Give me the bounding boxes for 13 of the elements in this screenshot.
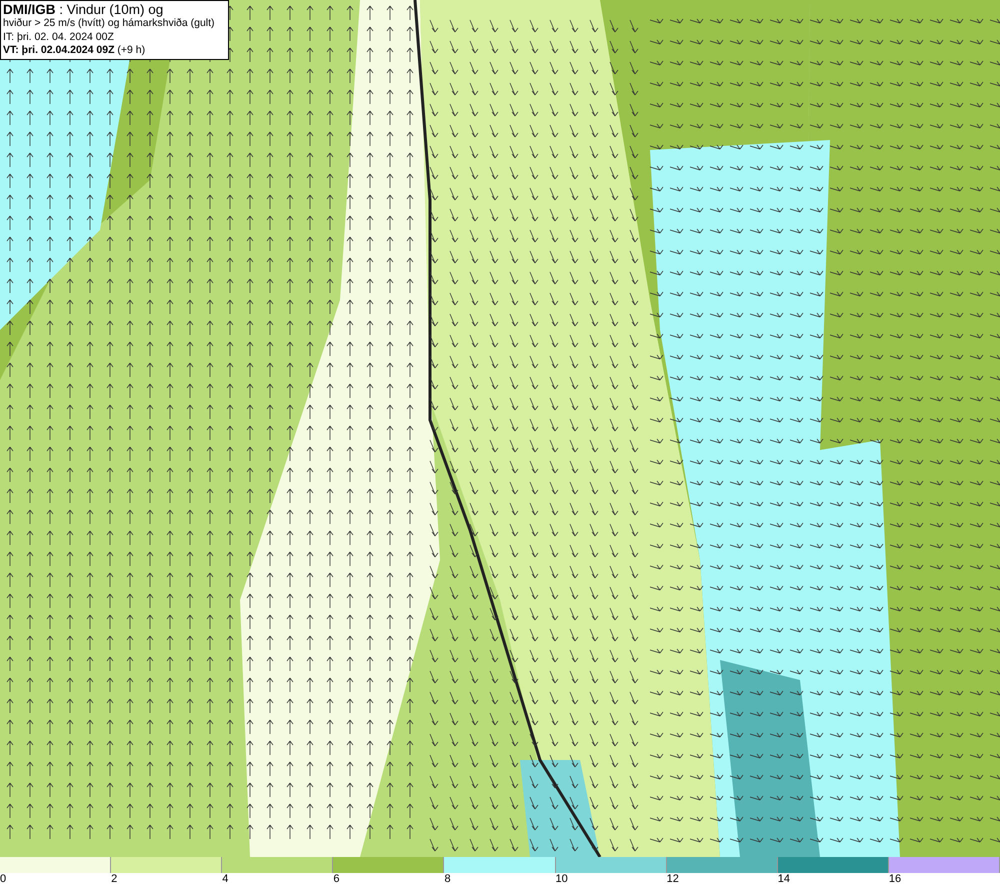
title-line: IT: þri. 02. 04. 2024 00Z (3, 30, 115, 44)
legend-label: 6 (333, 873, 340, 886)
title-line: hviður > 25 m/s (hvítt) og hámarkshviða (gult) (3, 17, 216, 30)
title-line: VT: þri. 02.04.2024 09Z (+9 h) (3, 44, 146, 58)
legend-label: 0 (0, 873, 6, 886)
legend-label: 16 (888, 873, 902, 886)
legend-label: 10 (556, 873, 568, 886)
legend-label: 12 (666, 873, 679, 886)
legend-label: 4 (222, 873, 228, 886)
legend-label: 8 (444, 873, 451, 886)
legend-label: 2 (111, 873, 118, 886)
legend-label: 14 (778, 873, 790, 886)
title-line: DMI/IGB : Vindur (10m) og (3, 2, 164, 17)
